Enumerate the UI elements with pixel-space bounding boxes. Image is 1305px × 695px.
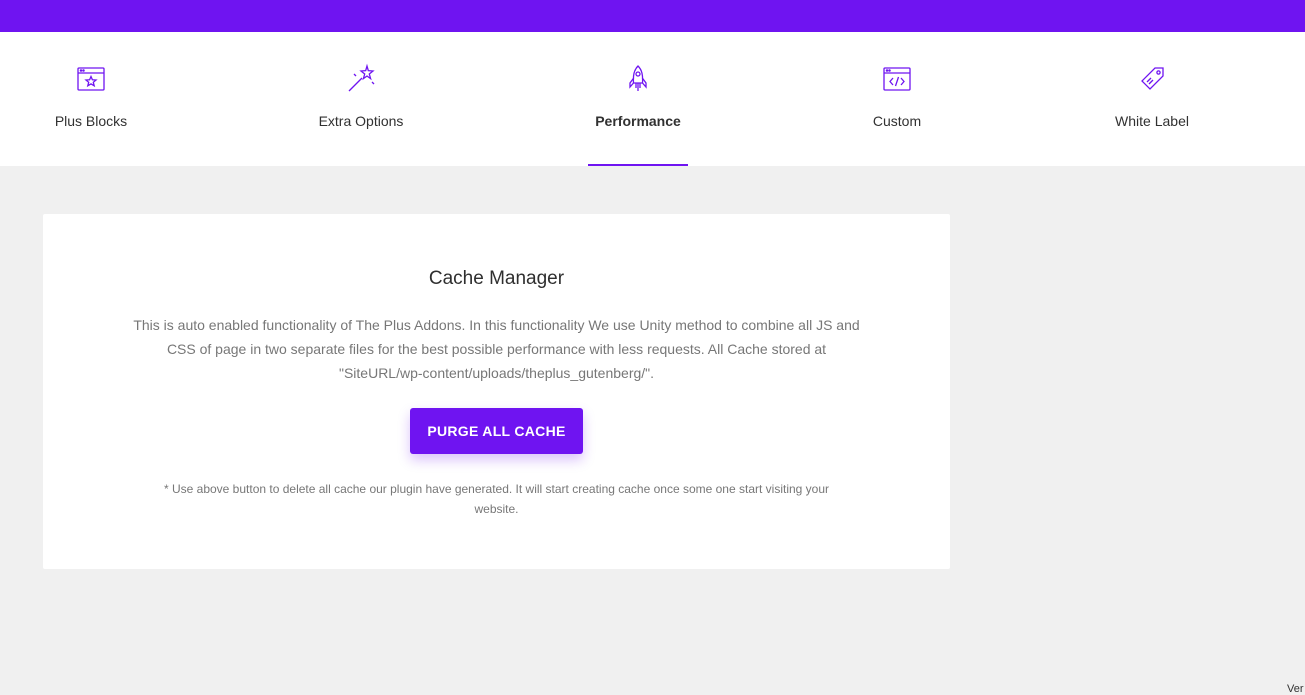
top-banner — [0, 0, 1305, 32]
active-tab-indicator — [588, 164, 688, 166]
settings-tabs: Plus Blocks Extra Options Performance Cu… — [0, 32, 1305, 166]
tab-white-label[interactable]: White Label — [1052, 32, 1252, 166]
window-star-icon — [75, 63, 107, 95]
magic-wand-icon — [345, 63, 377, 95]
code-window-icon — [881, 63, 913, 95]
tab-label: White Label — [1115, 113, 1189, 129]
card-description: This is auto enabled functionality of Th… — [133, 317, 860, 381]
tab-custom[interactable]: Custom — [797, 32, 997, 166]
tab-label: Performance — [595, 113, 681, 129]
rocket-icon — [622, 63, 654, 95]
tab-label: Plus Blocks — [54, 113, 128, 129]
version-text: Ver — [1287, 683, 1304, 695]
tab-performance[interactable]: Performance — [538, 32, 738, 166]
tab-label: Custom — [872, 113, 922, 129]
tab-extra-options[interactable]: Extra Options — [261, 32, 461, 166]
tab-plus-blocks[interactable]: Plus Blocks — [0, 32, 191, 166]
cache-manager-card: Cache Manager This is auto enabled funct… — [43, 214, 950, 569]
card-note: * Use above button to delete all cache o… — [163, 482, 830, 516]
tab-label: Extra Options — [318, 113, 404, 129]
card-title: Cache Manager — [428, 268, 565, 289]
purge-all-cache-button[interactable]: PURGE ALL CACHE — [410, 408, 583, 454]
price-tag-icon — [1136, 63, 1168, 95]
